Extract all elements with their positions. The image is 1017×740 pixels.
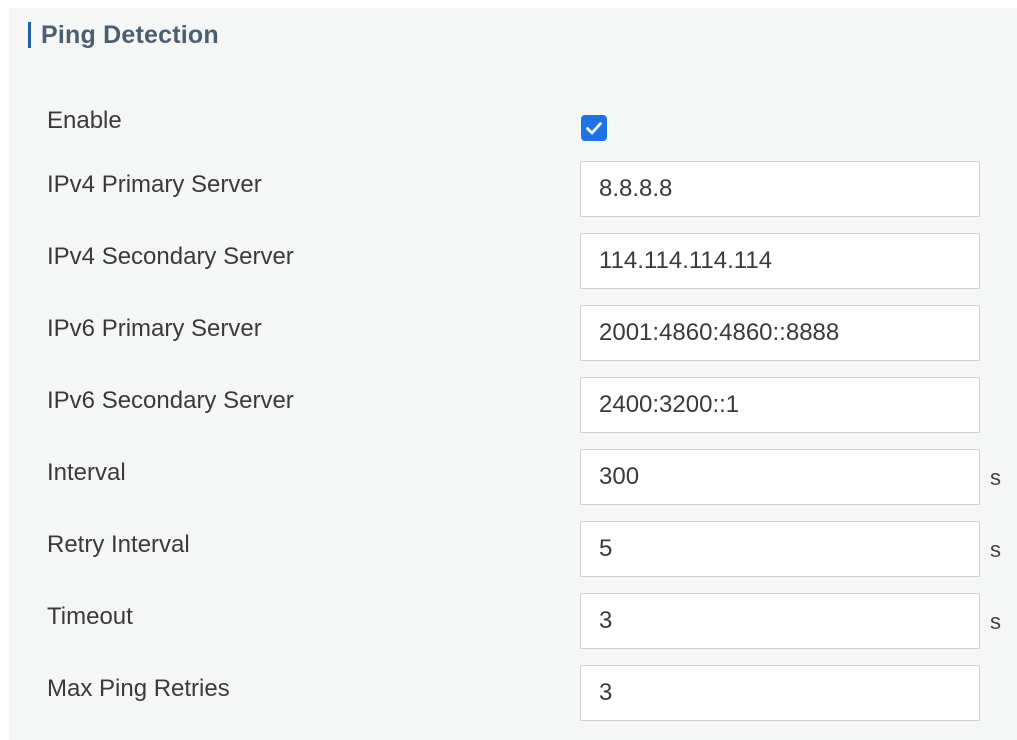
ipv4-primary-server-input[interactable] — [580, 161, 980, 217]
section-title: Ping Detection — [41, 21, 219, 49]
retry-interval-label: Retry Interval — [47, 531, 190, 558]
interval-unit: s — [990, 465, 1001, 490]
max-ping-retries-input[interactable] — [580, 665, 980, 721]
timeout-unit: s — [990, 609, 1001, 634]
ipv6-primary-server-label: IPv6 Primary Server — [47, 315, 262, 342]
enable-checkbox[interactable] — [581, 115, 607, 141]
retry-interval-unit: s — [990, 537, 1001, 562]
ipv6-primary-server-input[interactable] — [580, 305, 980, 361]
ipv4-primary-server-label: IPv4 Primary Server — [47, 171, 262, 198]
ipv6-secondary-server-label: IPv6 Secondary Server — [47, 387, 294, 414]
max-ping-retries-label: Max Ping Retries — [47, 675, 230, 702]
ipv4-secondary-server-label: IPv4 Secondary Server — [47, 243, 294, 270]
interval-label: Interval — [47, 459, 126, 486]
timeout-label: Timeout — [47, 603, 133, 630]
interval-input[interactable] — [580, 449, 980, 505]
retry-interval-input[interactable] — [580, 521, 980, 577]
timeout-input[interactable] — [580, 593, 980, 649]
checkmark-icon — [586, 122, 602, 135]
enable-label: Enable — [47, 107, 122, 134]
ipv6-secondary-server-input[interactable] — [580, 377, 980, 433]
section-title-accent-bar — [28, 22, 31, 48]
ipv4-secondary-server-input[interactable] — [580, 233, 980, 289]
